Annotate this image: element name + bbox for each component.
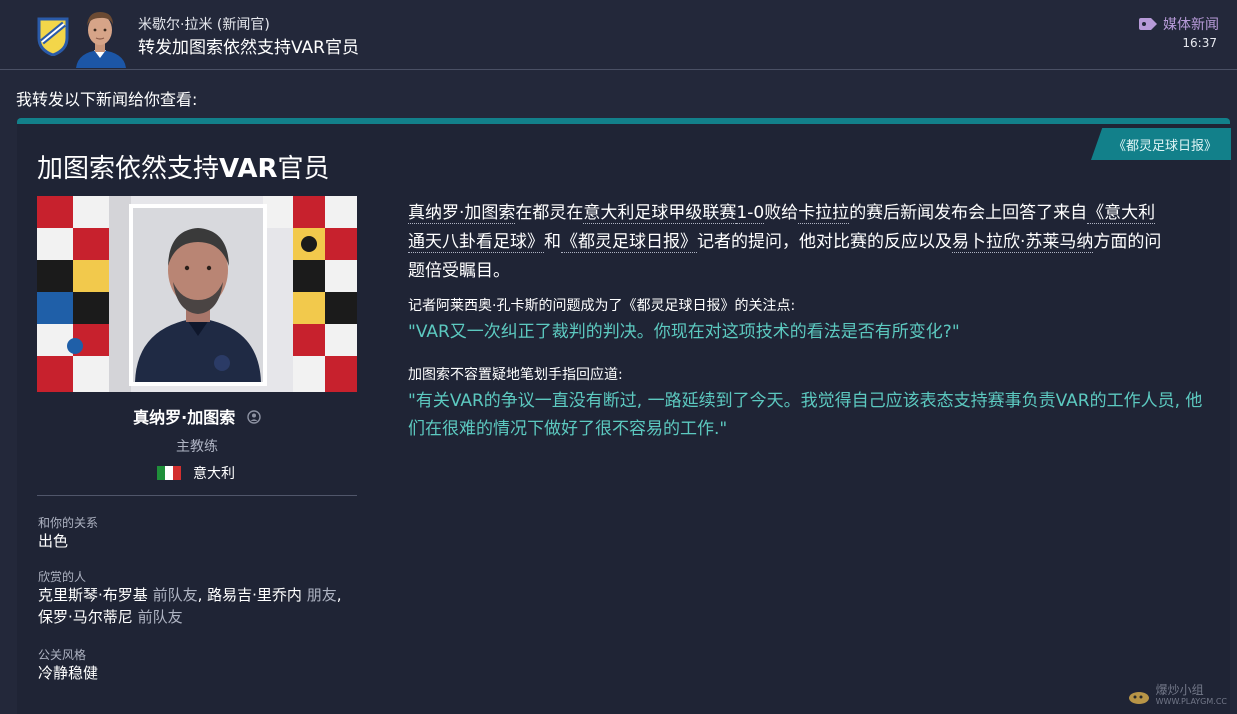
- link-club[interactable]: 卡拉拉: [798, 203, 850, 224]
- answer-intro: 加图索不容置疑地笔划手指回应道:: [408, 367, 623, 383]
- favored-person-2[interactable]: 路易吉·里乔内: [207, 586, 302, 604]
- person-name[interactable]: 真纳罗·加图索: [37, 404, 357, 428]
- category-text: 媒体新闻: [1163, 17, 1219, 33]
- divider: [37, 495, 357, 496]
- source-tag[interactable]: 《都灵足球日报》: [1091, 128, 1231, 160]
- favored-person-1-relation: 前队友: [152, 586, 198, 604]
- favored-person-3[interactable]: 保罗·马尔蒂尼: [38, 608, 133, 626]
- watermark-text: 爆炒小组: [1155, 683, 1204, 697]
- intro-text: 我转发以下新闻给你查看:: [16, 90, 198, 109]
- article-title: 加图索依然支持VAR官员: [37, 148, 330, 185]
- lead-text: 的赛后新闻发布会上回答了来自: [849, 203, 1088, 223]
- question-intro: 记者阿莱西奥·孔卡斯的问题成为了《都灵足球日报》的关注点:: [408, 298, 796, 314]
- favored-person-3-relation: 前队友: [137, 608, 183, 626]
- club-badge-icon[interactable]: [36, 16, 70, 56]
- sender-avatar[interactable]: [70, 6, 132, 68]
- link-person[interactable]: 真纳罗·加图索: [408, 203, 516, 224]
- watermark-url: WWW.PLAYGM.CC: [1155, 697, 1227, 706]
- category-label[interactable]: 媒体新闻: [1139, 14, 1219, 34]
- article-lead: 真纳罗·加图索在都灵在意大利足球甲级联赛1-0败给卡拉拉的赛后新闻发布会上回答了…: [408, 199, 1168, 286]
- lead-text: 记者的提问，他对比赛的反应以及: [697, 232, 952, 252]
- title-prefix: 加图索依然支持: [37, 154, 220, 184]
- favored-people-label: 欣赏的人: [38, 570, 87, 584]
- link-competition[interactable]: 意大利足球甲级联赛: [583, 203, 737, 224]
- favored-people-list: 克里斯琴·布罗基 前队友, 路易吉·里乔内 朋友, 保罗·马尔蒂尼 前队友: [38, 584, 341, 628]
- lead-text: 在都灵在: [515, 203, 584, 223]
- sender-name[interactable]: 米歇尔·拉米 (新闻官): [138, 14, 270, 34]
- tag-icon: [1139, 18, 1157, 30]
- title-bold: VAR: [219, 154, 278, 184]
- relationship-value: 出色: [38, 532, 69, 550]
- message-subject: 转发加图索依然支持VAR官员: [138, 38, 359, 58]
- news-card: 《都灵足球日报》 加图索依然支持VAR官员 真纳罗·加图索 主教练 意大利 和你…: [17, 118, 1231, 714]
- favored-person-2-relation: 朋友: [306, 586, 337, 604]
- link-match-score[interactable]: 1-0: [736, 203, 765, 224]
- favored-person-1[interactable]: 克里斯琴·布罗基: [38, 586, 148, 604]
- italy-flag-icon: [157, 466, 181, 480]
- title-suffix: 官员: [277, 154, 330, 184]
- lead-text: 和: [544, 232, 561, 252]
- media-style-value: 冷静稳健: [38, 664, 99, 682]
- comma: ,: [197, 586, 208, 604]
- person-role: 主教练: [176, 439, 218, 455]
- person-nation[interactable]: 意大利: [157, 463, 235, 483]
- message-header: 米歇尔·拉米 (新闻官) 转发加图索依然支持VAR官员 媒体新闻 16:37: [0, 0, 1237, 70]
- watermark: 爆炒小组 WWW.PLAYGM.CC: [1128, 684, 1227, 708]
- watermark-text-block: 爆炒小组 WWW.PLAYGM.CC: [1156, 684, 1227, 708]
- link-media-2[interactable]: 《都灵足球日报》: [561, 232, 697, 253]
- media-style-label: 公关风格: [38, 648, 87, 662]
- link-player[interactable]: 易卜拉欣·苏莱马纳: [952, 232, 1094, 253]
- nation-text: 意大利: [193, 466, 235, 482]
- comma: ,: [336, 586, 342, 604]
- relationship-label: 和你的关系: [38, 516, 99, 530]
- answer-quote: "有关VAR的争议一直没有断过, 一路延续到了今天。我觉得自己应该表态支持赛事负…: [408, 391, 1203, 439]
- watermark-logo-icon: [1128, 692, 1149, 704]
- person-photo[interactable]: [37, 196, 357, 392]
- message-time: 16:37: [1182, 36, 1217, 50]
- question-quote: "VAR又一次纠正了裁判的判决。你现在对这项技术的看法是否有所变化?": [408, 322, 960, 342]
- person-profile-icon[interactable]: [247, 410, 261, 424]
- lead-text: 败给: [764, 203, 799, 223]
- person-name-text: 真纳罗·加图索: [133, 408, 236, 427]
